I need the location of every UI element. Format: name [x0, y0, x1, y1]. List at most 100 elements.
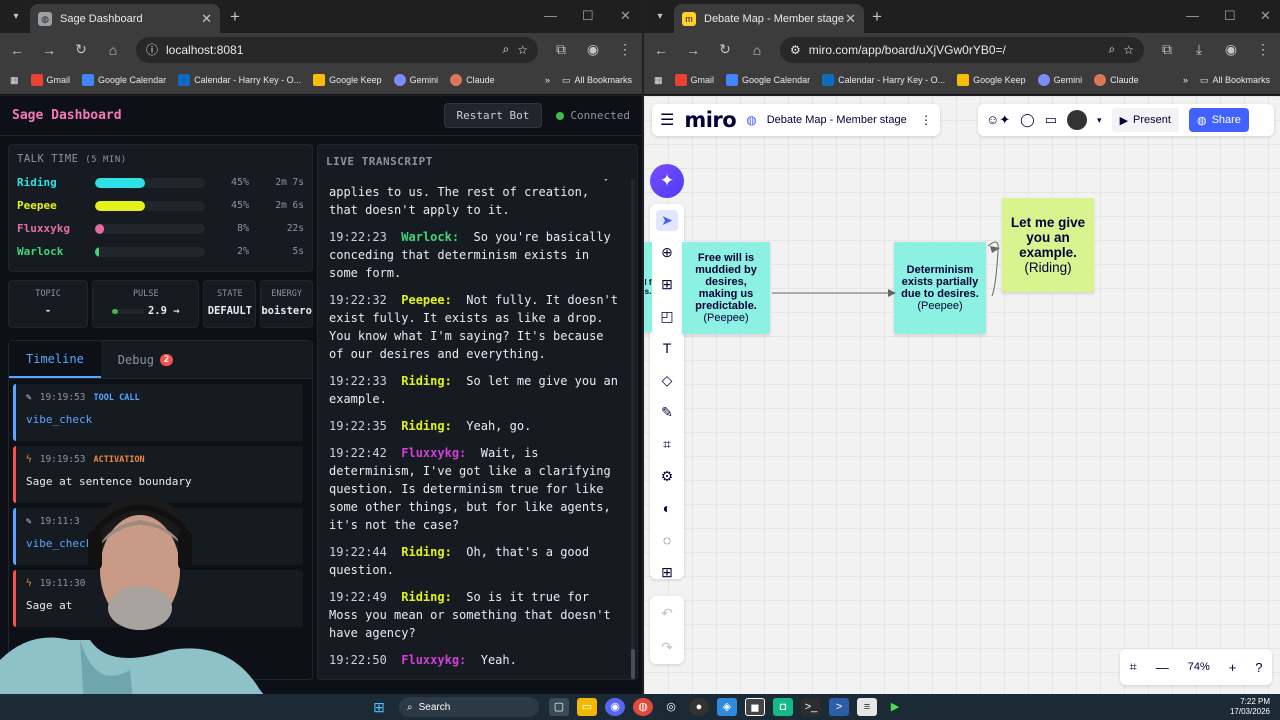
- minimize-icon[interactable]: —: [544, 8, 557, 23]
- bookmark-gemini[interactable]: Gemini: [1037, 74, 1082, 86]
- bookmark-outlook-calendar[interactable]: Calendar - Harry Key - O...: [822, 74, 945, 86]
- app-icon[interactable]: ◼: [745, 698, 765, 716]
- close-window-icon[interactable]: ✕: [1260, 8, 1271, 24]
- bookmark-outlook-calendar[interactable]: Calendar - Harry Key - O...: [178, 74, 301, 86]
- tab-miro-board[interactable]: m Debate Map - Member stage - Miro ✕: [674, 4, 864, 33]
- restart-bot-button[interactable]: Restart Bot: [443, 103, 543, 128]
- bookmark-claude[interactable]: Claude: [1094, 74, 1139, 86]
- bookmark-calendar[interactable]: Google Calendar: [82, 74, 166, 86]
- maximize-icon[interactable]: ☐: [1224, 8, 1236, 24]
- bookmark-star-icon[interactable]: ☆: [1123, 43, 1134, 57]
- reload-icon[interactable]: ↻: [716, 41, 734, 58]
- address-bar[interactable]: ⚙ miro.com/app/board/uXjVGw0rYB0=/ ⌕ ☆: [780, 36, 1144, 63]
- powershell-icon[interactable]: >: [829, 698, 849, 716]
- obs-icon[interactable]: ●: [689, 698, 709, 716]
- tab-search-chevron-icon[interactable]: ▾: [8, 9, 24, 25]
- transcript-speaker: Warlock:: [401, 230, 460, 244]
- tab-sage-dashboard[interactable]: ◍ Sage Dashboard ✕: [30, 4, 220, 33]
- bookmark-claude[interactable]: Claude: [450, 74, 495, 86]
- talk-time-panel: TALK TIME (5 MIN) Riding 45% 2m 7s Peepee…: [8, 144, 313, 272]
- site-info-icon[interactable]: ⚙: [790, 43, 801, 57]
- close-tab-icon[interactable]: ✕: [201, 11, 212, 27]
- transcript-scroll[interactable]: to the universe itself. I think it only …: [318, 179, 631, 679]
- profile-icon[interactable]: ◉: [1222, 41, 1240, 58]
- task-view-icon[interactable]: ▢: [549, 698, 569, 716]
- speaker-name: Peepee: [17, 199, 57, 212]
- help-icon[interactable]: ?: [1255, 660, 1262, 675]
- forward-icon[interactable]: →: [684, 42, 702, 58]
- transcript-time: 19:22:42: [329, 446, 387, 460]
- bookmark-keep[interactable]: Google Keep: [313, 74, 382, 86]
- bookmark-gmail[interactable]: Gmail: [674, 74, 714, 86]
- debug-count-badge: 2: [159, 353, 174, 366]
- apps-icon[interactable]: ▦: [10, 75, 19, 86]
- extensions-icon[interactable]: ⧉: [552, 41, 570, 58]
- zoom-in-icon[interactable]: +: [1229, 660, 1237, 675]
- transcript-time: 19:22:33: [329, 374, 387, 388]
- download-icon[interactable]: ⤓: [1190, 41, 1208, 58]
- timeline-event[interactable]: ✎ 19:19:53 TOOL CALL vibe_check: [13, 384, 303, 441]
- url-text[interactable]: miro.com/app/board/uXjVGw0rYB0=/: [809, 43, 1101, 57]
- home-icon[interactable]: ⌂: [104, 42, 122, 58]
- talk-time-fill: [95, 200, 145, 211]
- miro-board-canvas[interactable]: ☰ miro ◍ Debate Map - Member stage ⋮ ☺✦ …: [644, 96, 1280, 694]
- menu-icon[interactable]: ⋮: [616, 41, 634, 58]
- menu-icon[interactable]: ⋮: [1254, 41, 1272, 58]
- app-icon[interactable]: ▶: [885, 698, 905, 716]
- site-info-icon[interactable]: ⓘ: [146, 41, 158, 58]
- close-window-icon[interactable]: ✕: [620, 8, 631, 24]
- app-icon[interactable]: ◘: [773, 698, 793, 716]
- talk-time-percent: 8%: [236, 223, 249, 234]
- fit-screen-icon[interactable]: ⌗: [1129, 659, 1136, 675]
- zoom-icon[interactable]: ⌕: [1109, 42, 1116, 57]
- status-dot-icon: [556, 111, 565, 120]
- maximize-icon[interactable]: ☐: [582, 8, 594, 24]
- zoom-out-icon[interactable]: —: [1156, 660, 1169, 675]
- miro-favicon-icon: m: [682, 11, 696, 26]
- transcript-line: 19:22:49 Riding: So is it true for Moss …: [329, 588, 621, 642]
- zoom-icon[interactable]: ⌕: [503, 42, 510, 57]
- minimize-icon[interactable]: —: [1186, 8, 1199, 23]
- terminal-icon[interactable]: >_: [801, 698, 821, 716]
- file-explorer-icon[interactable]: ▭: [577, 698, 597, 716]
- bookmark-star-icon[interactable]: ☆: [517, 43, 528, 57]
- bookmark-gmail[interactable]: Gmail: [30, 74, 70, 86]
- all-bookmarks[interactable]: ▭ All Bookmarks: [562, 75, 632, 86]
- tab-search-chevron-icon[interactable]: ▾: [652, 9, 668, 25]
- tab-debug[interactable]: Debug 2: [101, 341, 191, 378]
- url-text[interactable]: localhost:8081: [166, 43, 494, 57]
- home-icon[interactable]: ⌂: [748, 42, 766, 58]
- tab-timeline[interactable]: Timeline: [9, 341, 101, 378]
- start-menu-icon[interactable]: ⊞: [369, 698, 389, 716]
- discord-icon[interactable]: ◉: [605, 698, 625, 716]
- profile-icon[interactable]: ◉: [584, 41, 602, 58]
- notepad-icon[interactable]: ≡: [857, 698, 877, 716]
- transcript-scrollbar[interactable]: [631, 179, 635, 679]
- vscode-icon[interactable]: ◈: [717, 698, 737, 716]
- bookmark-calendar[interactable]: Google Calendar: [726, 74, 810, 86]
- taskbar-search[interactable]: ⌕ Search: [399, 697, 539, 717]
- back-icon[interactable]: ←: [652, 42, 670, 58]
- forward-icon[interactable]: →: [40, 42, 58, 58]
- extensions-icon[interactable]: ⧉: [1158, 41, 1176, 58]
- bookmark-gemini[interactable]: Gemini: [393, 74, 438, 86]
- bookmark-keep[interactable]: Google Keep: [957, 74, 1026, 86]
- transcript-speaker: Fluxxykg:: [401, 653, 467, 667]
- apps-icon[interactable]: ▦: [654, 75, 663, 86]
- all-bookmarks[interactable]: ▭ All Bookmarks: [1200, 75, 1270, 86]
- calendar-icon: [726, 74, 739, 86]
- back-icon[interactable]: ←: [8, 42, 26, 58]
- more-bookmarks-icon[interactable]: »: [545, 75, 550, 85]
- keep-icon: [957, 74, 970, 86]
- chrome-icon[interactable]: ◍: [633, 698, 653, 716]
- close-tab-icon[interactable]: ✕: [845, 11, 856, 27]
- address-bar[interactable]: ⓘ localhost:8081 ⌕ ☆: [136, 36, 538, 63]
- new-tab-icon[interactable]: +: [872, 7, 882, 27]
- system-clock[interactable]: 7:22 PM 17/03/2026: [1230, 697, 1270, 717]
- zoom-controls: ⌗ — 74% + ?: [1120, 649, 1272, 685]
- zoom-level[interactable]: 74%: [1188, 661, 1210, 673]
- steam-icon[interactable]: ◎: [661, 698, 681, 716]
- reload-icon[interactable]: ↻: [72, 41, 90, 58]
- more-bookmarks-icon[interactable]: »: [1183, 75, 1188, 85]
- new-tab-icon[interactable]: +: [230, 7, 240, 27]
